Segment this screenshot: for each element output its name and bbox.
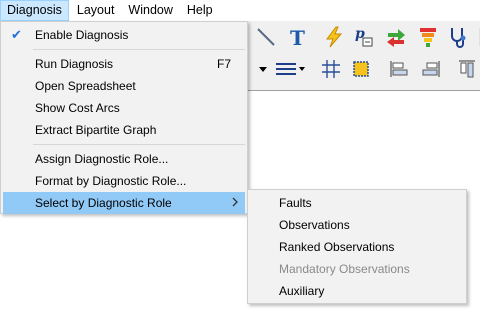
grid-icon[interactable]	[320, 59, 342, 79]
stethoscope-icon[interactable]	[446, 25, 470, 49]
menu-item-open-spreadsheet[interactable]: Open Spreadsheet	[3, 75, 245, 97]
submenu-item-faults[interactable]: Faults	[250, 192, 464, 214]
menu-bar: Diagnosis Layout Window Help	[0, 0, 480, 22]
menu-help[interactable]: Help	[181, 0, 219, 21]
submenu-item-mandatory-observations: Mandatory Observations	[250, 258, 464, 280]
menu-item-run-diagnosis[interactable]: Run Diagnosis F7	[3, 53, 245, 75]
submenu-item-label: Auxiliary	[279, 284, 325, 298]
align-right-icon[interactable]	[420, 59, 442, 79]
menu-separator	[33, 144, 245, 145]
toolbar-overflow-icon[interactable]	[472, 25, 480, 49]
menu-window[interactable]: Window	[122, 0, 178, 21]
menu-item-extract-bipartite-graph[interactable]: Extract Bipartite Graph	[3, 119, 245, 141]
menu-item-show-cost-arcs[interactable]: Show Cost Arcs	[3, 97, 245, 119]
menu-item-label: Assign Diagnostic Role...	[35, 152, 169, 166]
menu-item-label: Run Diagnosis	[35, 57, 114, 71]
menu-item-assign-diagnostic-role[interactable]: Assign Diagnostic Role...	[3, 148, 245, 170]
menu-item-select-by-diagnostic-role[interactable]: Select by Diagnostic Role	[3, 192, 245, 214]
submenu-item-label: Observations	[279, 218, 350, 232]
menu-layout[interactable]: Layout	[71, 0, 121, 21]
menu-separator	[33, 49, 245, 50]
menu-item-label: Select by Diagnostic Role	[35, 196, 172, 210]
diagnosis-menu: ✔ Enable Diagnosis Run Diagnosis F7 Open…	[0, 21, 248, 214]
funnel-icon[interactable]	[416, 25, 440, 49]
swap-arrows-icon[interactable]	[384, 25, 408, 49]
submenu-arrow-icon	[231, 192, 239, 214]
line-style-icon[interactable]	[274, 59, 306, 79]
menu-item-label: Enable Diagnosis	[35, 28, 129, 42]
svg-text:T: T	[290, 26, 305, 48]
toolbar: T p	[248, 21, 480, 91]
menu-item-format-by-diagnostic-role[interactable]: Format by Diagnostic Role...	[3, 170, 245, 192]
menu-diagnosis[interactable]: Diagnosis	[0, 0, 69, 21]
submenu-item-auxiliary[interactable]: Auxiliary	[250, 280, 464, 302]
menu-item-label: Format by Diagnostic Role...	[35, 174, 187, 188]
menu-item-label: Open Spreadsheet	[35, 79, 136, 93]
submenu-item-label: Ranked Observations	[279, 240, 395, 254]
align-top-icon[interactable]	[456, 59, 478, 79]
submenu-item-label: Faults	[279, 196, 312, 210]
text-tool-icon[interactable]: T	[286, 25, 310, 49]
submenu-item-label: Mandatory Observations	[279, 262, 410, 276]
probability-icon[interactable]: p	[352, 25, 376, 49]
toolbar-divider	[248, 90, 480, 91]
select-by-diagnostic-role-submenu: Faults Observations Ranked Observations …	[247, 189, 467, 304]
dropdown-arrow-icon[interactable]	[252, 59, 274, 79]
menu-item-label: Extract Bipartite Graph	[35, 123, 157, 137]
menu-item-label: Show Cost Arcs	[35, 101, 120, 115]
check-icon: ✔	[11, 27, 22, 42]
submenu-item-observations[interactable]: Observations	[250, 214, 464, 236]
align-left-icon[interactable]	[388, 59, 410, 79]
snap-icon[interactable]	[350, 59, 372, 79]
shortcut-label: F7	[217, 57, 232, 71]
menu-item-enable-diagnosis[interactable]: ✔ Enable Diagnosis	[3, 24, 245, 46]
submenu-item-ranked-observations[interactable]: Ranked Observations	[250, 236, 464, 258]
lightning-icon[interactable]	[322, 25, 346, 49]
arrow-tool-icon[interactable]	[254, 25, 278, 49]
